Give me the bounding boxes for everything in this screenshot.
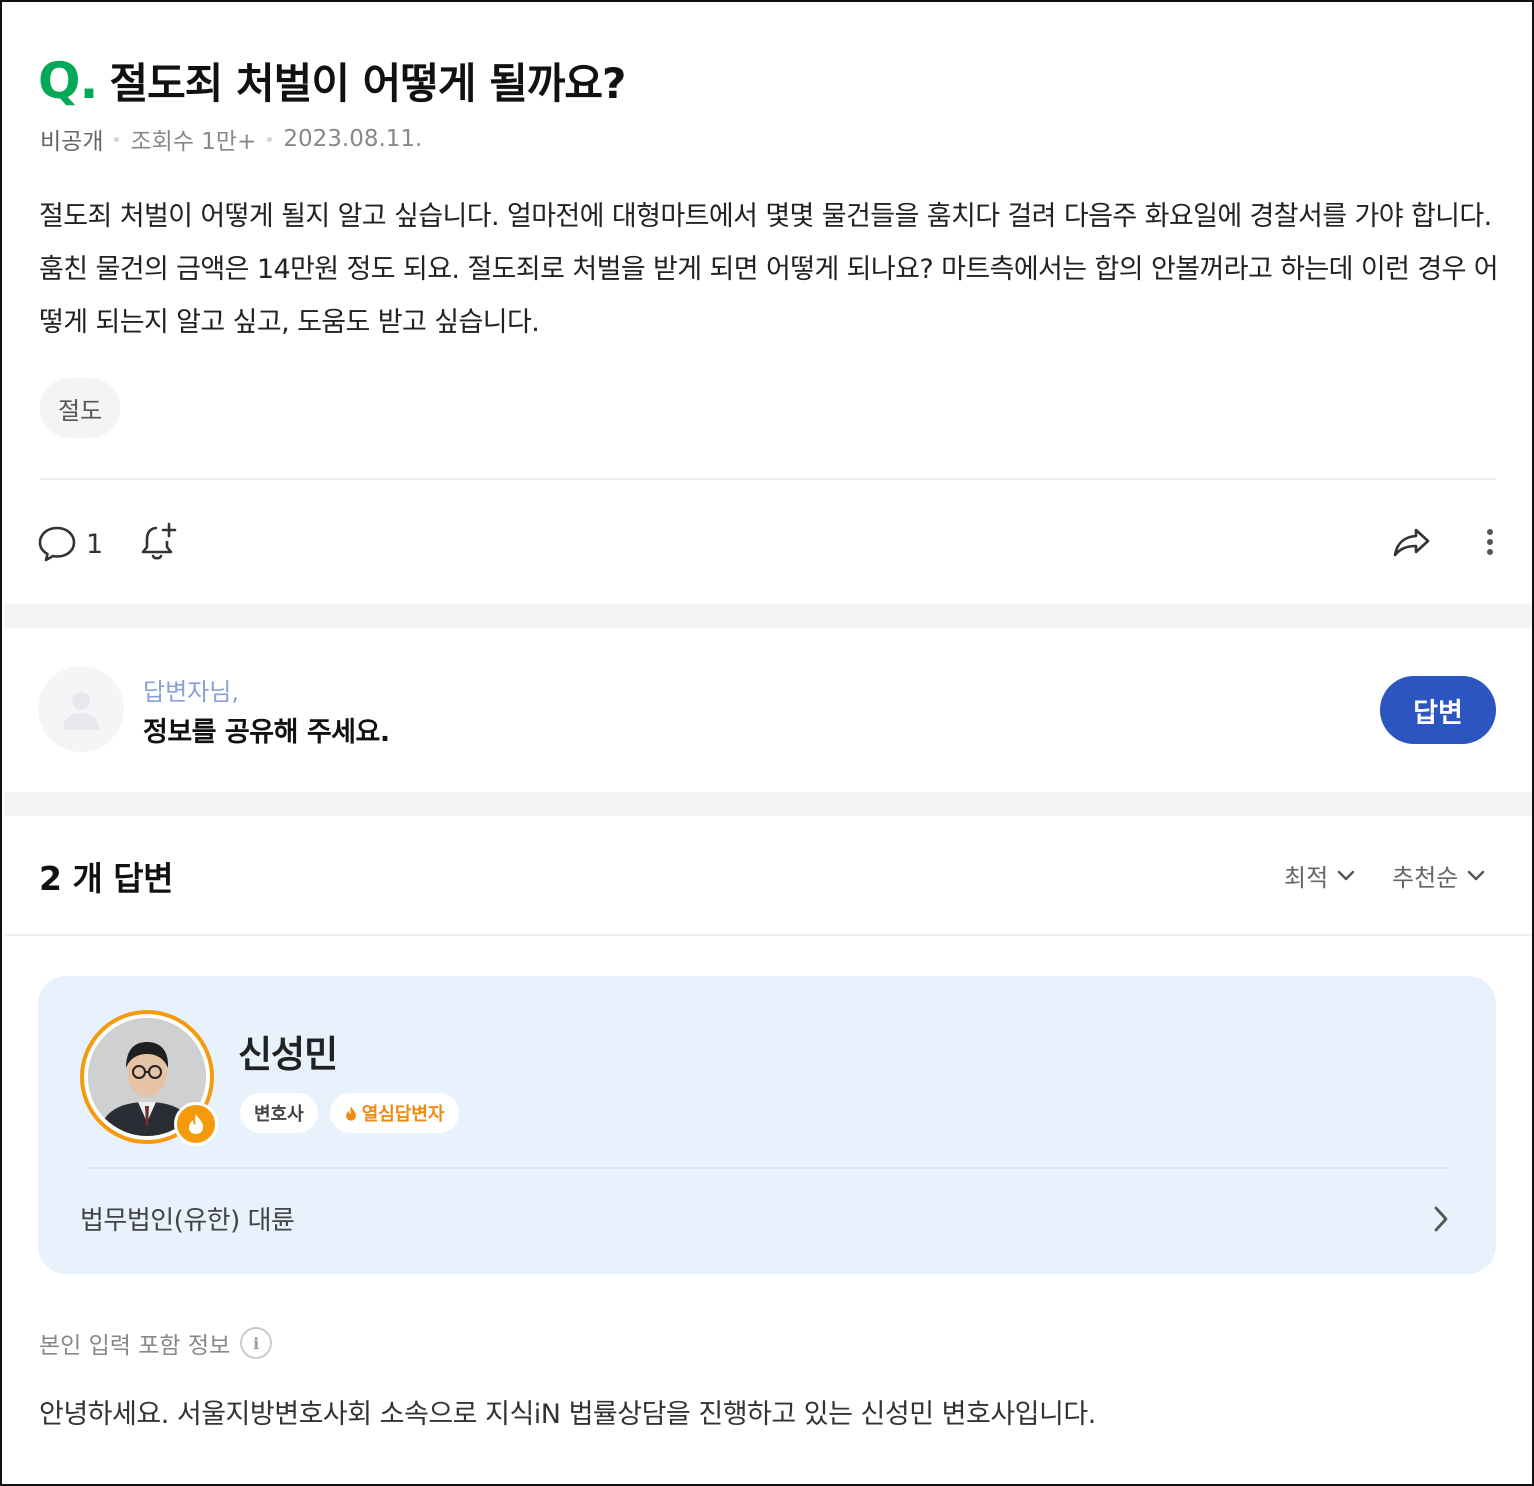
answerer-badges: 변호사 열심답변자 xyxy=(240,1093,471,1133)
comment-count: 1 xyxy=(86,528,104,560)
sort-latest-dropdown[interactable]: 최적 xyxy=(1284,858,1356,893)
notify-button[interactable] xyxy=(137,520,181,568)
question-author: 비공개 xyxy=(40,129,104,155)
firm-link-button[interactable] xyxy=(1430,1204,1452,1238)
divider xyxy=(4,934,1532,936)
comment-icon xyxy=(38,526,76,562)
prompt-avatar xyxy=(38,666,124,752)
section-separator xyxy=(4,792,1532,816)
question-meta: 비공개 조회수 1만+ 2023.08.11. xyxy=(40,122,422,156)
more-button[interactable] xyxy=(1478,522,1502,566)
fire-icon xyxy=(189,1114,203,1134)
answer-button[interactable]: 답변 xyxy=(1380,676,1496,744)
question-title: Q. 절도죄 처벌이 어떻게 될까요? xyxy=(38,50,627,111)
share-button[interactable] xyxy=(1390,522,1434,566)
user-placeholder-icon xyxy=(63,692,99,730)
sort-latest-label: 최적 xyxy=(1284,864,1329,892)
comment-button[interactable]: 1 xyxy=(36,523,103,565)
question-actions: 1 xyxy=(36,520,181,568)
question-mark: Q. xyxy=(38,52,98,110)
info-icon[interactable]: i xyxy=(240,1327,273,1359)
meta-separator xyxy=(267,136,273,142)
question-title-text: 절도죄 처벌이 어떻게 될까요? xyxy=(109,59,627,108)
fire-badge xyxy=(174,1102,218,1146)
question-views: 조회수 1만+ xyxy=(130,129,257,155)
fire-icon xyxy=(345,1106,356,1120)
question-body: 절도죄 처벌이 어떻게 될지 알고 싶습니다. 얼마전에 대형마트에서 몇몇 물… xyxy=(39,201,1499,338)
question-tag[interactable]: 절도 xyxy=(40,378,121,438)
prompt-message: 정보를 공유해 주세요. xyxy=(143,717,390,748)
answerer-name[interactable]: 신성민 xyxy=(238,1024,338,1078)
prompt-subtitle: 답변자님, xyxy=(143,678,239,706)
sort-recommend-dropdown[interactable]: 추천순 xyxy=(1392,858,1486,893)
answer-body: 안녕하세요. 서울지방변호사회 소속으로 지식iN 법률상담을 진행하고 있는 … xyxy=(39,1399,1096,1430)
role-badge: 변호사 xyxy=(240,1093,318,1133)
chevron-down-icon xyxy=(1337,870,1355,880)
question-date: 2023.08.11. xyxy=(283,126,423,152)
active-answerer-label: 열심답변자 xyxy=(361,1104,445,1125)
self-info-text: 본인 입력 포함 정보 xyxy=(39,1333,231,1359)
bell-plus-icon xyxy=(141,522,177,560)
active-answerer-badge: 열심답변자 xyxy=(329,1093,459,1133)
sort-recommend-label: 추천순 xyxy=(1392,864,1459,892)
answerer-card[interactable]: 신성민 변호사 열심답변자 법무법인(유한) 대륜 xyxy=(38,976,1496,1274)
card-divider xyxy=(86,1167,1450,1169)
divider xyxy=(40,478,1496,480)
page-frame: Q. 절도죄 처벌이 어떻게 될까요? 비공개 조회수 1만+ 2023.08.… xyxy=(0,0,1534,1486)
chevron-right-icon xyxy=(1434,1206,1448,1232)
law-firm-name[interactable]: 법무법인(유한) 대륜 xyxy=(80,1200,295,1237)
share-icon xyxy=(1393,528,1430,557)
meta-separator xyxy=(114,136,120,142)
chevron-down-icon xyxy=(1468,870,1485,880)
more-vertical-icon xyxy=(1487,529,1493,555)
answer-count: 2 개 답변 xyxy=(39,859,174,898)
self-info-label: 본인 입력 포함 정보 i xyxy=(39,1326,273,1360)
section-separator xyxy=(4,604,1532,628)
